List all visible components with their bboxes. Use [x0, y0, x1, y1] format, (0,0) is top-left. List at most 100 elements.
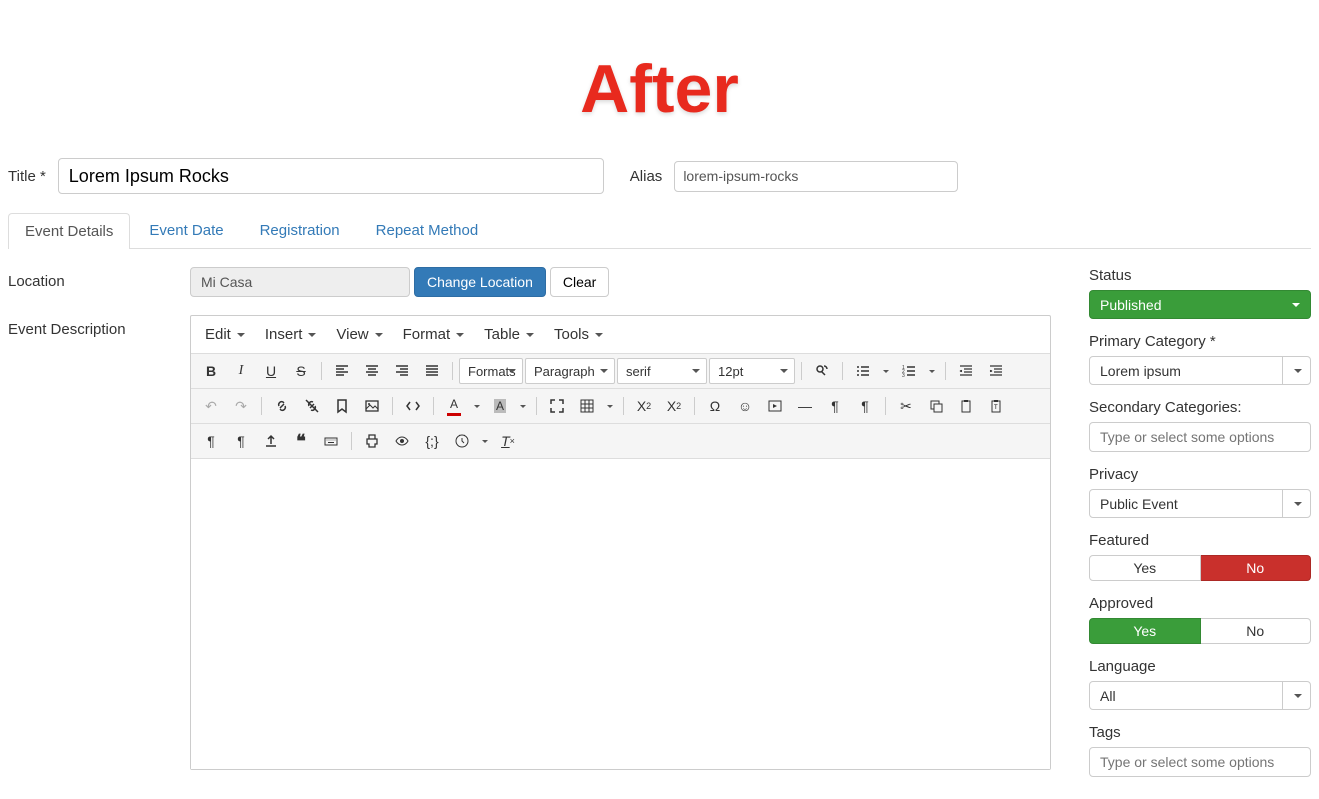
- sidebar: Status Published Primary Category * Lore…: [1089, 267, 1311, 791]
- caret-icon: [1294, 694, 1302, 698]
- approved-label: Approved: [1089, 595, 1311, 612]
- approved-no-button[interactable]: No: [1201, 618, 1312, 644]
- fontsize-select[interactable]: 12pt: [709, 358, 795, 384]
- privacy-select[interactable]: Public Event: [1089, 489, 1311, 518]
- primary-category-select[interactable]: Lorem ipsum: [1089, 356, 1311, 385]
- preview-icon[interactable]: [388, 428, 416, 454]
- superscript-icon[interactable]: X2: [660, 393, 688, 419]
- datetime-dropdown-icon[interactable]: [478, 428, 492, 454]
- editor-content-area[interactable]: [191, 459, 1050, 769]
- bg-color-dropdown-icon[interactable]: [516, 393, 530, 419]
- paste-icon[interactable]: [952, 393, 980, 419]
- show-invisible-icon[interactable]: ¶: [197, 428, 225, 454]
- featured-no-button[interactable]: No: [1201, 555, 1312, 581]
- tags-label: Tags: [1089, 724, 1311, 741]
- text-color-dropdown-icon[interactable]: [470, 393, 484, 419]
- blockquote-icon[interactable]: ❝: [287, 428, 315, 454]
- editor-menubar: Edit Insert View Format Table Tools: [191, 316, 1050, 354]
- text-color-icon[interactable]: A: [440, 393, 468, 419]
- caret-icon: [1294, 369, 1302, 373]
- anchor-icon[interactable]: [328, 393, 356, 419]
- caret-icon: [595, 333, 603, 337]
- find-replace-icon[interactable]: [808, 358, 836, 384]
- approved-yes-button[interactable]: Yes: [1089, 618, 1201, 644]
- menu-table[interactable]: Table: [476, 320, 542, 349]
- caret-icon: [1292, 303, 1300, 307]
- clear-location-button[interactable]: Clear: [550, 267, 609, 297]
- image-icon[interactable]: [358, 393, 386, 419]
- menu-view[interactable]: View: [328, 320, 390, 349]
- alias-input[interactable]: [674, 161, 958, 192]
- bold-icon[interactable]: B: [197, 358, 225, 384]
- cut-icon[interactable]: ✂: [892, 393, 920, 419]
- rtl-icon[interactable]: ¶: [851, 393, 879, 419]
- bullet-list-icon[interactable]: [849, 358, 877, 384]
- align-justify-icon[interactable]: [418, 358, 446, 384]
- formats-select[interactable]: Formats: [459, 358, 523, 384]
- caret-icon: [308, 333, 316, 337]
- numbered-dropdown-icon[interactable]: [925, 358, 939, 384]
- divider: [261, 397, 262, 415]
- block-select[interactable]: Paragraph: [525, 358, 615, 384]
- outdent-icon[interactable]: [952, 358, 980, 384]
- table-dropdown-icon[interactable]: [603, 393, 617, 419]
- bullet-dropdown-icon[interactable]: [879, 358, 893, 384]
- tab-registration[interactable]: Registration: [243, 212, 357, 248]
- tab-repeat-method[interactable]: Repeat Method: [359, 212, 496, 248]
- special-char-icon[interactable]: Ω: [701, 393, 729, 419]
- language-select[interactable]: All: [1089, 681, 1311, 710]
- change-location-button[interactable]: Change Location: [414, 267, 546, 297]
- featured-yes-button[interactable]: Yes: [1089, 555, 1201, 581]
- redo-icon[interactable]: ↷: [227, 393, 255, 419]
- paste-text-icon[interactable]: T: [982, 393, 1010, 419]
- template-icon[interactable]: {;}: [418, 428, 446, 454]
- copy-icon[interactable]: [922, 393, 950, 419]
- status-select[interactable]: Published: [1089, 290, 1311, 319]
- caret-icon: [456, 333, 464, 337]
- divider: [351, 432, 352, 450]
- show-blocks-icon[interactable]: ¶: [227, 428, 255, 454]
- secondary-categories-input[interactable]: [1089, 422, 1311, 452]
- hr-icon[interactable]: —: [791, 393, 819, 419]
- italic-icon[interactable]: I: [227, 358, 255, 384]
- menu-tools[interactable]: Tools: [546, 320, 611, 349]
- upload-icon[interactable]: [257, 428, 285, 454]
- numbered-list-icon[interactable]: 123: [895, 358, 923, 384]
- font-select[interactable]: serif: [617, 358, 707, 384]
- language-label: Language: [1089, 658, 1311, 675]
- tab-event-details[interactable]: Event Details: [8, 213, 130, 249]
- underline-icon[interactable]: U: [257, 358, 285, 384]
- datetime-icon[interactable]: [448, 428, 476, 454]
- subscript-icon[interactable]: X2: [630, 393, 658, 419]
- strikethrough-icon[interactable]: S: [287, 358, 315, 384]
- bg-color-icon[interactable]: A: [486, 393, 514, 419]
- unlink-icon[interactable]: [298, 393, 326, 419]
- tab-event-date[interactable]: Event Date: [132, 212, 240, 248]
- link-icon[interactable]: [268, 393, 296, 419]
- title-input[interactable]: [58, 158, 604, 194]
- media-icon[interactable]: [761, 393, 789, 419]
- menu-format[interactable]: Format: [395, 320, 473, 349]
- divider: [623, 397, 624, 415]
- align-center-icon[interactable]: [358, 358, 386, 384]
- ltr-icon[interactable]: ¶: [821, 393, 849, 419]
- caret-icon: [237, 333, 245, 337]
- undo-icon[interactable]: ↶: [197, 393, 225, 419]
- code-icon[interactable]: [399, 393, 427, 419]
- caret-icon: [375, 333, 383, 337]
- divider: [452, 362, 453, 380]
- align-left-icon[interactable]: [328, 358, 356, 384]
- location-input: [190, 267, 410, 297]
- tags-input[interactable]: [1089, 747, 1311, 777]
- print-icon[interactable]: [358, 428, 386, 454]
- clear-format-icon[interactable]: T×: [494, 428, 522, 454]
- emoji-icon[interactable]: ☺: [731, 393, 759, 419]
- divider: [801, 362, 802, 380]
- menu-insert[interactable]: Insert: [257, 320, 325, 349]
- align-right-icon[interactable]: [388, 358, 416, 384]
- fullscreen-icon[interactable]: [543, 393, 571, 419]
- menu-edit[interactable]: Edit: [197, 320, 253, 349]
- indent-icon[interactable]: [982, 358, 1010, 384]
- keyboard-icon[interactable]: [317, 428, 345, 454]
- table-icon[interactable]: [573, 393, 601, 419]
